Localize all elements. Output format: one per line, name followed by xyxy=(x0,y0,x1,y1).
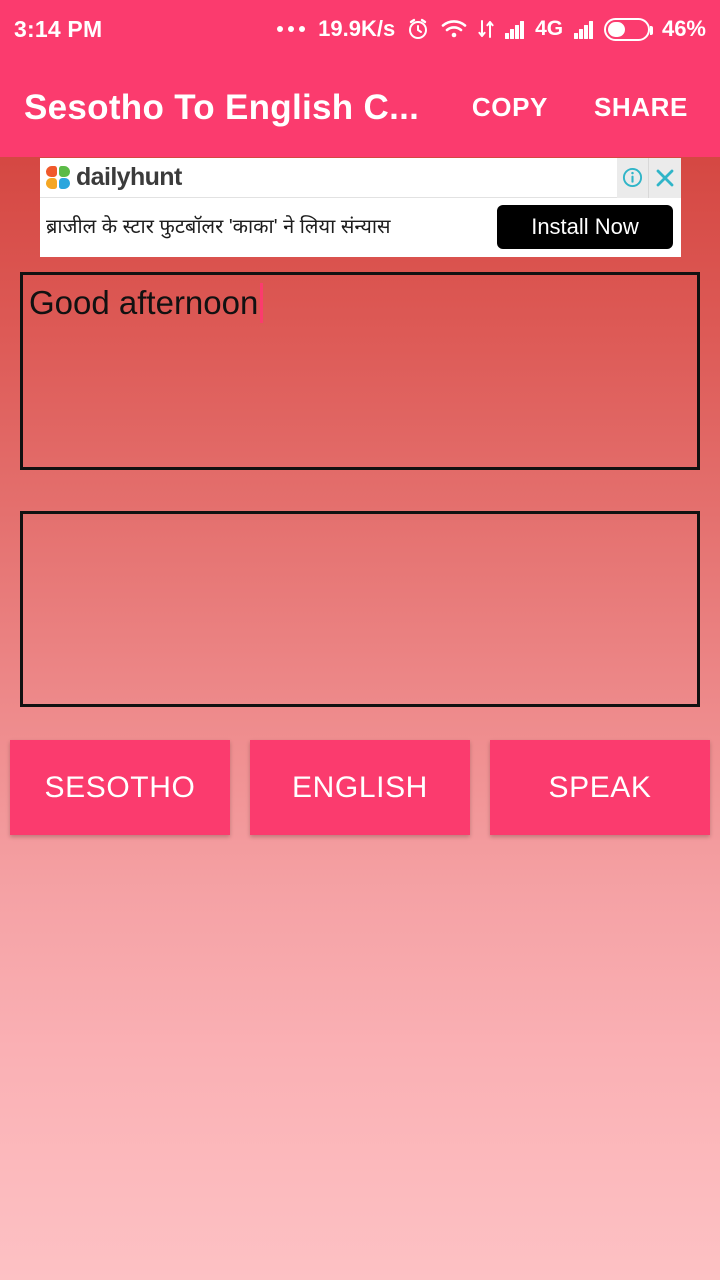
ad-banner[interactable]: dailyhunt ब्राजील के स्टार फुटबॉलर 'काका… xyxy=(40,158,681,257)
ad-headline: ब्राजील के स्टार फुटबॉलर 'काका' ने लिया … xyxy=(46,215,391,238)
source-text-input[interactable]: Good afternoon xyxy=(20,272,700,470)
ad-body: ब्राजील के स्टार फुटबॉलर 'काका' ने लिया … xyxy=(40,198,681,256)
source-text-value: Good afternoon xyxy=(29,283,259,321)
ad-badges xyxy=(617,158,681,198)
dailyhunt-logo: dailyhunt xyxy=(46,163,182,192)
signal-bars-icon-secondary xyxy=(574,19,593,39)
app-bar: Sesotho To English C... COPY SHARE xyxy=(0,58,720,157)
status-bar: 3:14 PM 19.9K/s 4G 46% xyxy=(0,0,720,58)
target-text-output[interactable] xyxy=(20,511,700,707)
status-icons-group: 19.9K/s 4G 46% xyxy=(277,16,706,42)
network-speed-label: 19.9K/s xyxy=(318,16,396,41)
data-transfer-icon xyxy=(478,18,494,40)
install-now-button[interactable]: Install Now xyxy=(497,205,673,249)
ad-header: dailyhunt xyxy=(40,158,681,198)
target-language-button[interactable]: ENGLISH xyxy=(250,740,470,835)
dailyhunt-petals-icon xyxy=(46,165,72,190)
ad-brand-label: dailyhunt xyxy=(76,163,182,191)
wifi-icon xyxy=(441,18,467,40)
signal-bars-icon xyxy=(505,19,525,39)
action-button-row: SESOTHO ENGLISH SPEAK xyxy=(10,740,710,835)
info-icon[interactable] xyxy=(617,158,649,198)
status-clock: 3:14 PM xyxy=(14,15,103,42)
copy-button[interactable]: COPY xyxy=(470,86,550,129)
battery-icon xyxy=(603,17,653,41)
share-button[interactable]: SHARE xyxy=(592,86,690,129)
battery-percent-label: 46% xyxy=(661,16,706,41)
close-icon[interactable] xyxy=(649,158,681,198)
overflow-dots-icon xyxy=(277,26,306,32)
alarm-icon xyxy=(406,17,430,41)
source-language-button[interactable]: SESOTHO xyxy=(10,740,230,835)
network-type-label: 4G xyxy=(535,17,564,40)
text-cursor xyxy=(260,283,264,323)
page-title: Sesotho To English C... xyxy=(24,87,420,127)
speak-button[interactable]: SPEAK xyxy=(490,740,710,835)
source-text-line: Good afternoon xyxy=(29,283,687,323)
